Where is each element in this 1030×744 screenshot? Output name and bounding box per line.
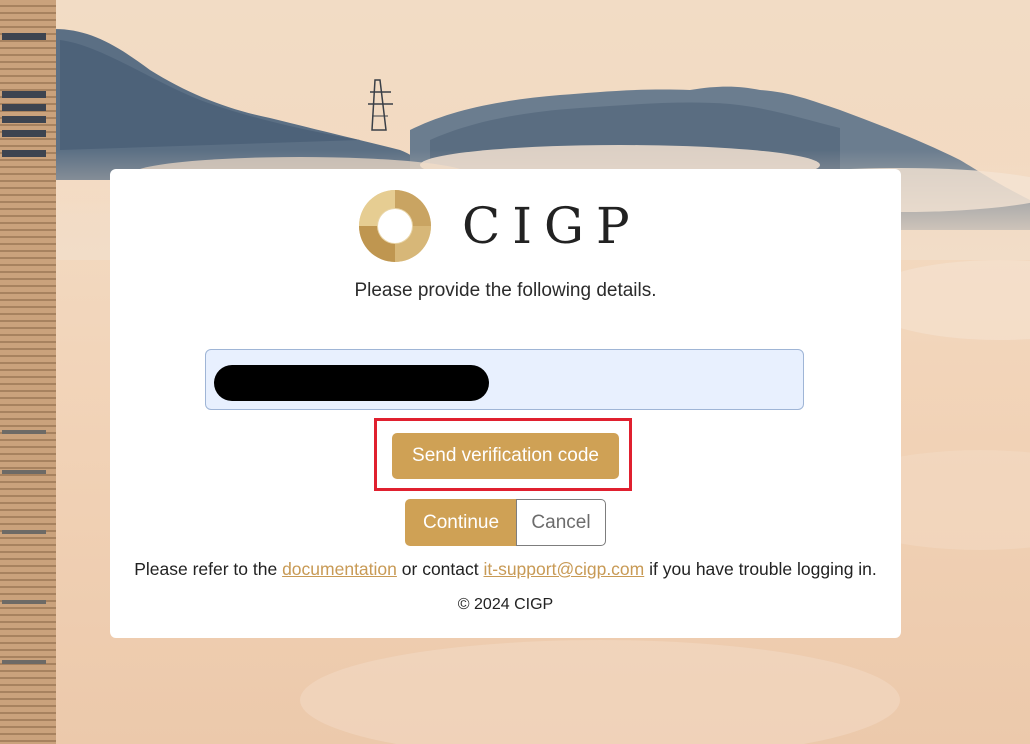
- cancel-button[interactable]: Cancel: [516, 499, 606, 546]
- documentation-link[interactable]: documentation: [282, 559, 397, 579]
- form-instruction: Please provide the following details.: [354, 280, 657, 301]
- continue-button[interactable]: Continue: [405, 499, 517, 546]
- send-verification-code-button[interactable]: Send verification code: [392, 433, 619, 479]
- skyscraper-image: [0, 0, 56, 744]
- cigp-ring-logo-icon: [359, 190, 431, 262]
- brand-logo: CIGP: [358, 189, 642, 263]
- help-suffix: if you have trouble logging in.: [649, 559, 877, 579]
- help-text: Please refer to the documentation or con…: [110, 559, 901, 580]
- help-middle: or contact: [401, 559, 479, 579]
- support-email-link[interactable]: it-support@cigp.com: [484, 559, 645, 579]
- copyright-text: © 2024 CIGP: [457, 596, 554, 613]
- brand-name: CIGP: [462, 197, 642, 255]
- redaction-mark: [214, 365, 489, 401]
- help-prefix: Please refer to the: [134, 559, 278, 579]
